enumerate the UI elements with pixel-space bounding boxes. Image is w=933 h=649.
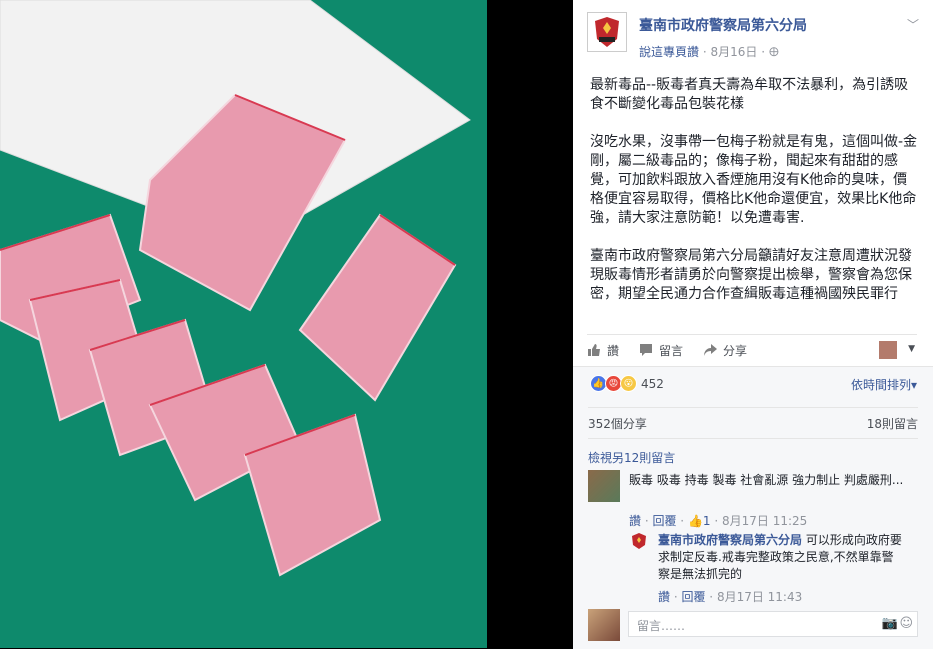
sort-label: 依時間排列 bbox=[850, 378, 911, 392]
reaction-summary[interactable]: 👍 😡 😮 452 bbox=[590, 375, 664, 392]
post-header: 臺南市政府警察局第六分局 說這專頁讚 · 8月16日 · 🜨 ﹀ bbox=[587, 12, 927, 60]
post-body: 最新毒品--販毒者真夭壽為牟取不法暴利，為引誘吸食不斷變化毒品包裝花樣 沒吃水果… bbox=[590, 76, 920, 323]
emoji-icon[interactable]: ☺ bbox=[899, 616, 913, 631]
thumbs-up-icon bbox=[588, 344, 600, 356]
post-paragraph: 最新毒品--販毒者真夭壽為牟取不法暴利，為引誘吸食不斷變化毒品包裝花樣 bbox=[590, 77, 909, 112]
comment-actions: 讚 · 回覆 · 👍1 · 8月17日 11:25 bbox=[629, 514, 808, 528]
globe-icon: 🜨 bbox=[768, 45, 779, 59]
view-more-comments-link[interactable]: 檢視另12則留言 bbox=[588, 449, 675, 466]
police-badge-icon bbox=[595, 17, 619, 47]
comment-like-count[interactable]: 👍1 bbox=[688, 514, 711, 528]
user-avatar[interactable] bbox=[588, 609, 620, 641]
like-label: 讚 bbox=[607, 343, 620, 358]
comment-icon bbox=[640, 344, 653, 356]
share-label: 分享 bbox=[723, 343, 748, 358]
comment-button[interactable]: 留言 bbox=[639, 342, 683, 359]
comment-reply-link[interactable]: 回覆 bbox=[652, 514, 676, 528]
reply-actions: 讚 · 回覆 · 8月17日 11:43 bbox=[658, 590, 803, 604]
like-button[interactable]: 讚 bbox=[587, 342, 619, 359]
drug-packets-image bbox=[0, 0, 471, 577]
post-photo[interactable] bbox=[0, 0, 487, 648]
chevron-down-icon[interactable]: ﹀ bbox=[907, 16, 919, 33]
reaction-count: 452 bbox=[641, 376, 664, 391]
like-page-link[interactable]: 說這專頁讚 bbox=[639, 45, 699, 59]
reply-avatar[interactable] bbox=[630, 532, 648, 550]
camera-icon[interactable]: 📷 bbox=[882, 616, 898, 631]
comment-like-link[interactable]: 讚 bbox=[629, 514, 641, 528]
page-avatar[interactable] bbox=[587, 12, 627, 52]
feedback-section: 👍 😡 😮 452 依時間排列▾ 352個分享 18則留言 檢視另12則留言 販… bbox=[573, 366, 933, 649]
reply-author-link[interactable]: 臺南市政府警察局第六分局 bbox=[658, 533, 802, 547]
post-date[interactable]: 8月16日 bbox=[710, 45, 757, 59]
share-icon bbox=[704, 344, 718, 356]
reply-like-link[interactable]: 讚 bbox=[658, 590, 670, 604]
reply-time[interactable]: 8月17日 11:43 bbox=[717, 590, 802, 604]
reply-text: 臺南市政府警察局第六分局 可以形成向政府要求制定反毒.戒毒完整政策之民意,不然單… bbox=[658, 532, 903, 583]
reply-reply-link[interactable]: 回覆 bbox=[681, 590, 705, 604]
comment-input[interactable]: 留言…… bbox=[628, 611, 918, 637]
post-paragraph: 臺南市政府警察局第六分局籲請好友注意周遭狀況發現販毒情形者請勇於向警察提出檢舉，… bbox=[590, 248, 912, 302]
caret-down-icon[interactable]: ▼ bbox=[908, 344, 915, 354]
comment-label: 留言 bbox=[659, 343, 684, 358]
comment-like-count-value: 1 bbox=[702, 514, 711, 528]
post-actions: 讚 留言 分享 ▼ bbox=[587, 334, 917, 365]
stats-bar: 352個分享 18則留言 bbox=[588, 407, 918, 439]
police-badge-icon bbox=[632, 533, 646, 549]
actor-selector-avatar[interactable] bbox=[879, 341, 897, 359]
post-paragraph: 沒吃水果，沒事帶一包梅子粉就是有鬼，這個叫做-金剛，屬二級毒品的；像梅子粉，聞起… bbox=[590, 134, 918, 226]
post-panel: 臺南市政府警察局第六分局 說這專頁讚 · 8月16日 · 🜨 ﹀ 最新毒品--販… bbox=[573, 0, 933, 649]
comment-time[interactable]: 8月17日 11:25 bbox=[722, 514, 807, 528]
sort-dropdown[interactable]: 依時間排列▾ bbox=[851, 376, 917, 393]
commenter-avatar[interactable] bbox=[588, 470, 620, 502]
wow-reaction-icon: 😮 bbox=[620, 375, 637, 392]
comment-count[interactable]: 18則留言 bbox=[867, 415, 918, 432]
share-button[interactable]: 分享 bbox=[703, 342, 747, 359]
share-count[interactable]: 352個分享 bbox=[588, 415, 647, 432]
comment-text: 販毒 吸毒 持毒 製毒 社會亂源 強力制止 判處嚴刑... bbox=[629, 473, 904, 487]
post-meta: 說這專頁讚 · 8月16日 · 🜨 bbox=[639, 45, 779, 59]
page-name-link[interactable]: 臺南市政府警察局第六分局 bbox=[639, 15, 807, 35]
